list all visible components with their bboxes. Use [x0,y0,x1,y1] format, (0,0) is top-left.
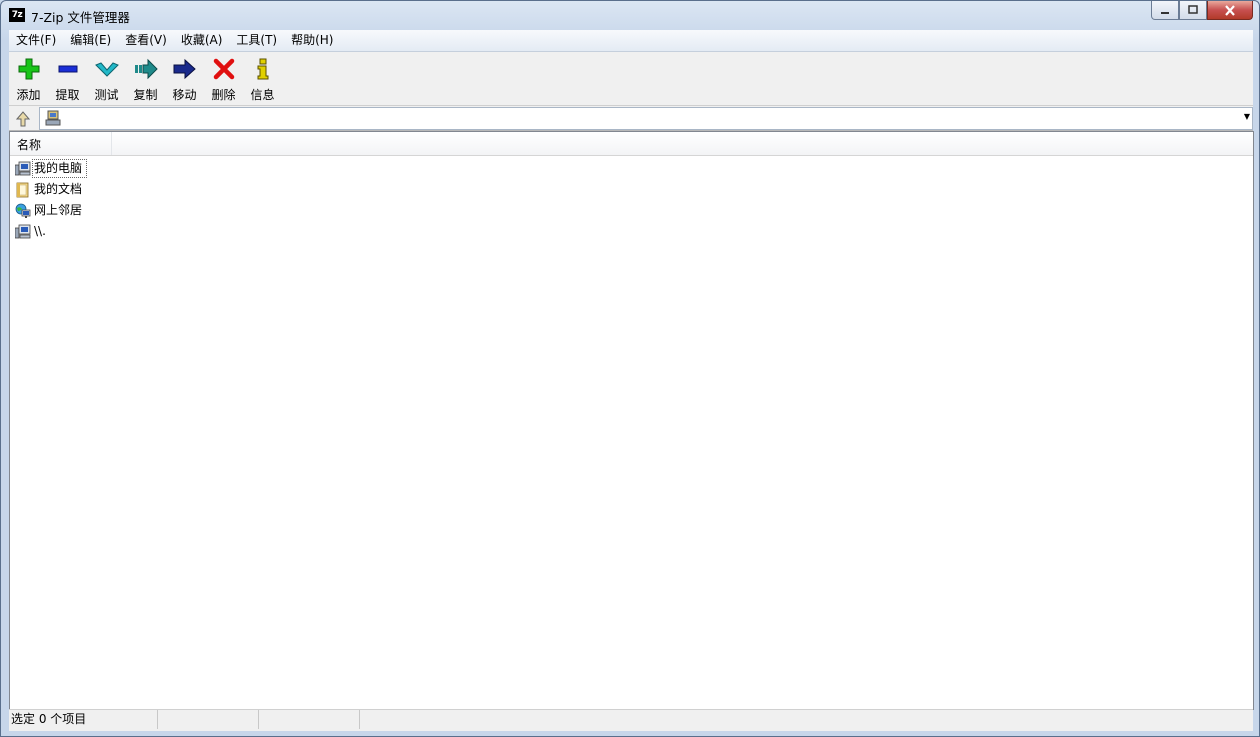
move-label: 移动 [172,88,197,102]
copy-arrow-icon [134,57,158,81]
up-folder-icon [15,111,31,127]
app-logo-icon: 7z [9,8,25,22]
status-cell-2 [158,710,259,729]
list-item-label: 我的电脑 [31,159,88,178]
list-item-label: \\. [34,224,46,238]
minimize-button[interactable] [1151,1,1179,20]
computer-icon [15,161,31,175]
documents-folder-icon [16,182,29,197]
menu-edit[interactable]: 编辑(E) [63,30,118,51]
address-input[interactable]: ▼ [39,107,1253,130]
info-label: 信息 [250,88,275,102]
computers-icon [45,110,61,126]
file-rows: 我的电脑 我的文档 网上邻居 \\. [15,158,88,242]
computer-icon [15,224,31,238]
address-dropdown-arrow-icon[interactable]: ▼ [1244,112,1250,121]
status-cell-3 [259,710,360,729]
copy-label: 复制 [133,88,158,102]
menu-help[interactable]: 帮助(H) [284,30,340,51]
test-label: 测试 [94,88,119,102]
address-bar: ▼ [9,106,1253,131]
minus-icon [56,57,80,81]
maximize-icon [1188,5,1198,14]
extract-label: 提取 [55,88,80,102]
file-list[interactable]: 名称 我的电脑 我的文档 网上邻居 \\. [9,131,1254,710]
list-item-label: 我的文档 [34,182,83,196]
info-icon [251,57,275,81]
list-item-my-computer[interactable]: 我的电脑 [15,158,88,179]
menu-file[interactable]: 文件(F) [9,30,63,51]
parent-folder-button[interactable] [13,109,33,127]
status-bar: 选定 0 个项目 [9,709,1253,731]
minimize-icon [1161,12,1169,14]
menu-bar: 文件(F) 编辑(E) 查看(V) 收藏(A) 工具(T) 帮助(H) [9,30,1253,52]
list-item-label: 网上邻居 [34,203,83,217]
toolbar: 添加 提取 测试 复制 移动 删除 信息 [9,52,1253,106]
title-bar[interactable]: 7z 7-Zip 文件管理器 [1,1,1259,29]
window-title: 7-Zip 文件管理器 [31,10,130,25]
delete-label: 删除 [211,88,236,102]
menu-view[interactable]: 查看(V) [118,30,174,51]
list-item-network[interactable]: 网上邻居 [15,200,86,221]
menu-favorites[interactable]: 收藏(A) [174,30,230,51]
list-item-my-documents[interactable]: 我的文档 [15,179,86,200]
check-icon [94,57,119,81]
window-controls [1151,1,1253,20]
add-button[interactable]: 添加 [9,52,48,105]
add-label: 添加 [16,88,41,102]
info-button[interactable]: 信息 [243,52,282,105]
menu-tools[interactable]: 工具(T) [229,30,284,51]
list-item-local-device[interactable]: \\. [15,221,86,242]
plus-icon [17,57,41,81]
test-button[interactable]: 测试 [87,52,126,105]
app-window: 7z 7-Zip 文件管理器 文件(F) 编辑(E) 查看(V) 收藏(A) 工… [0,0,1260,737]
delete-button[interactable]: 删除 [204,52,243,105]
delete-x-icon [212,57,236,81]
move-button[interactable]: 移动 [165,52,204,105]
status-selection: 选定 0 个项目 [9,710,158,729]
copy-button[interactable]: 复制 [126,52,165,105]
column-header: 名称 [10,132,1253,156]
extract-button[interactable]: 提取 [48,52,87,105]
network-icon [15,203,31,218]
move-arrow-icon [173,57,197,81]
maximize-button[interactable] [1179,1,1207,20]
column-name-header[interactable]: 名称 [10,132,112,155]
close-button[interactable] [1207,1,1253,20]
column-name-label: 名称 [17,138,42,152]
close-icon [1225,4,1235,16]
